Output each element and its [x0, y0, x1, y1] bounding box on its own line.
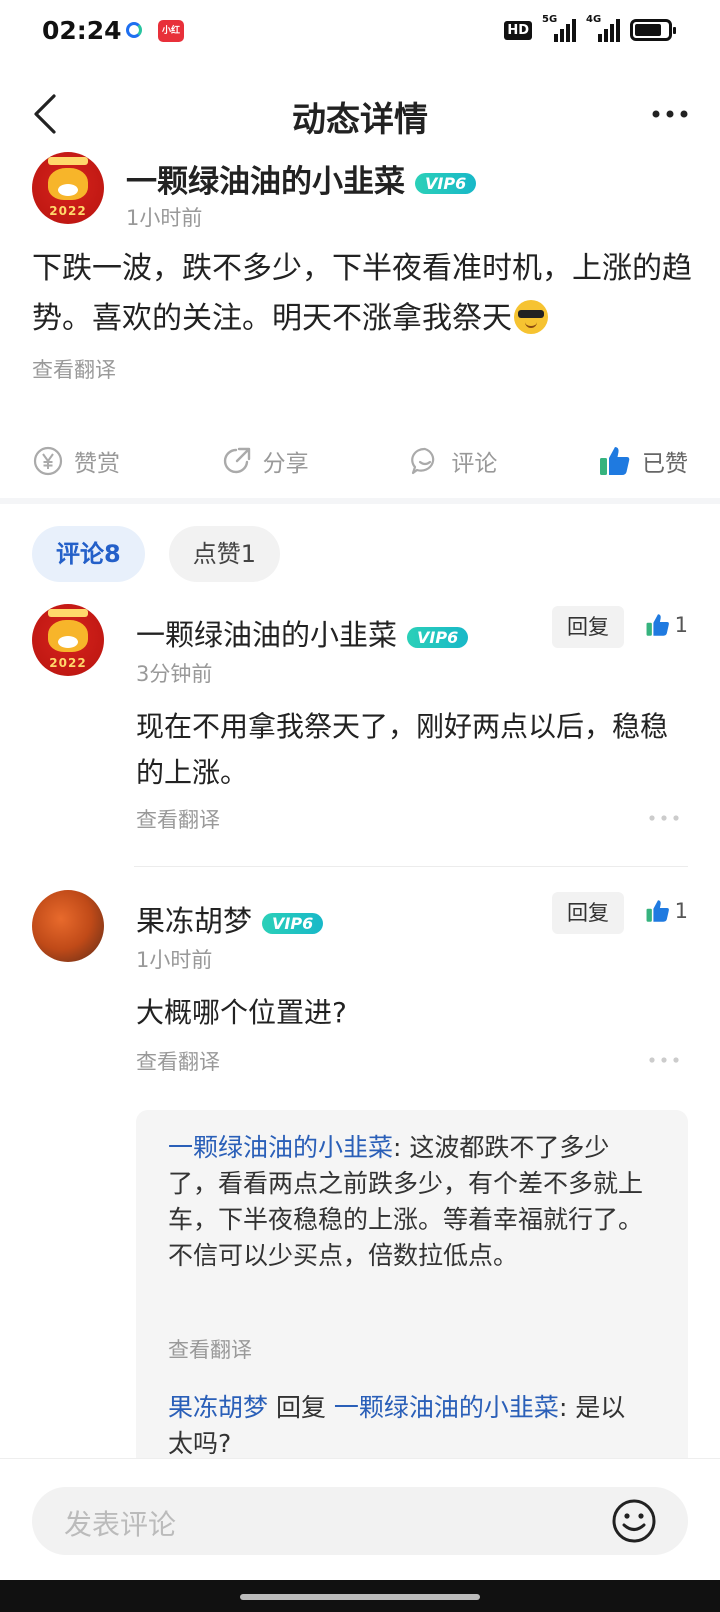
comment-input[interactable]: 发表评论 [32, 1487, 688, 1555]
reply-target-link[interactable]: 一颗绿油油的小韭菜 [334, 1393, 559, 1422]
commenter-name[interactable]: 一颗绿油油的小韭菜 VIP6 [136, 612, 469, 654]
commenter-name[interactable]: 果冻胡梦 VIP6 [136, 898, 324, 940]
comment-translate-link[interactable]: 查看翻译 [136, 1046, 220, 1076]
comment-input-placeholder: 发表评论 [64, 1508, 177, 1541]
vip-badge: VIP6 [415, 173, 477, 194]
signal-5g-icon: 5G [542, 14, 576, 42]
comment-more-icon[interactable] [648, 1056, 680, 1064]
nested-replies: 一颗绿油油的小韭菜: 这波都跌不了多少了，看看两点之前跌多少，有个差不多就上车，… [136, 1110, 688, 1470]
emoji-icon[interactable] [610, 1497, 658, 1545]
thumbs-up-icon [646, 900, 669, 922]
app-notification-icon [126, 22, 142, 38]
reply-author-link[interactable]: 果冻胡梦 [168, 1393, 268, 1422]
like-count: 1 [674, 899, 688, 923]
section-divider [0, 498, 720, 504]
xiaohongshu-notification-icon: 小红书 [158, 20, 184, 58]
top-nav: 动态详情 [0, 74, 720, 154]
commenter-avatar[interactable] [32, 890, 104, 962]
yen-coin-icon [33, 446, 63, 476]
nested-reply[interactable]: 一颗绿油油的小韭菜: 这波都跌不了多少了，看看两点之前跌多少，有个差不多就上车，… [168, 1130, 648, 1274]
post-action-bar: 赞赏 分享 评论 已赞 [0, 426, 720, 496]
vip-badge: VIP6 [407, 626, 469, 648]
comment-like-tabs: 评论8 点赞1 [32, 526, 280, 582]
status-bar: 02:24 小红书 HD 5G 4G [0, 0, 720, 64]
comment-more-icon[interactable] [648, 814, 680, 822]
post-content: 下跌一波，跌不多少，下半夜看准时机，上涨的趋势。喜欢的关注。明天不涨拿我祭天 [32, 251, 692, 336]
comment-time: 1小时前 [136, 948, 213, 972]
reward-button[interactable]: 赞赏 [32, 426, 120, 496]
post-time: 1小时前 [126, 206, 203, 230]
comment-like-button[interactable]: 1 [645, 612, 688, 638]
comment-bubble-icon [411, 447, 435, 475]
like-count: 1 [674, 613, 688, 637]
comment-translate-link[interactable]: 查看翻译 [136, 804, 220, 834]
tab-comments[interactable]: 评论8 [32, 526, 145, 582]
vip-badge: VIP6 [262, 912, 324, 934]
reply-button[interactable]: 回复 [552, 892, 624, 934]
nested-reply[interactable]: 果冻胡梦 回复 一颗绿油油的小韭菜: 是以太吗? [168, 1390, 648, 1462]
comment-text: 大概哪个位置进? [136, 996, 347, 1029]
share-icon [223, 447, 250, 474]
post-author: 2022 一颗绿油油的小韭菜 VIP6 1小时前 [32, 152, 692, 232]
status-time: 02:24 [42, 16, 122, 45]
post-author-name[interactable]: 一颗绿油油的小韭菜 VIP6 [126, 156, 477, 201]
comment-item: 2022 一颗绿油油的小韭菜 VIP6 3分钟前 回复 1 现在不用拿我祭天了，刚… [32, 604, 688, 844]
signal-4g-icon: 4G [586, 14, 620, 42]
comment-like-button[interactable]: 1 [645, 898, 688, 924]
page-title: 动态详情 [292, 100, 428, 140]
comment-text: 现在不用拿我祭天了，刚好两点以后，稳稳的上涨。 [136, 710, 669, 789]
thumbs-up-icon [646, 614, 669, 636]
cool-sunglasses-emoji-icon [514, 300, 548, 334]
status-indicators: HD 5G 4G [504, 14, 676, 42]
comment-divider [134, 866, 688, 867]
share-button[interactable]: 分享 [221, 426, 309, 496]
thumbs-up-filled-icon [599, 447, 630, 475]
home-indicator[interactable] [240, 1594, 480, 1600]
battery-icon [630, 19, 676, 41]
tab-likes[interactable]: 点赞1 [168, 526, 280, 582]
comment-input-bar: 发表评论 [0, 1458, 720, 1580]
more-options-icon[interactable] [650, 104, 690, 124]
system-nav-bar [0, 1580, 720, 1612]
reply-translate-link[interactable]: 查看翻译 [168, 1334, 252, 1364]
post-translate-link[interactable]: 查看翻译 [32, 354, 116, 384]
commenter-avatar[interactable]: 2022 [32, 604, 104, 676]
reply-button[interactable]: 回复 [552, 606, 624, 648]
author-avatar[interactable]: 2022 [32, 152, 104, 224]
reply-author-link[interactable]: 一颗绿油油的小韭菜 [168, 1133, 393, 1162]
comment-button[interactable]: 评论 [409, 426, 497, 496]
hd-voice-icon: HD [504, 20, 532, 40]
liked-button[interactable]: 已赞 [598, 426, 688, 496]
comment-item: 果冻胡梦 VIP6 1小时前 回复 1 大概哪个位置进? 查看翻译 [32, 890, 688, 1090]
comment-time: 3分钟前 [136, 662, 213, 686]
